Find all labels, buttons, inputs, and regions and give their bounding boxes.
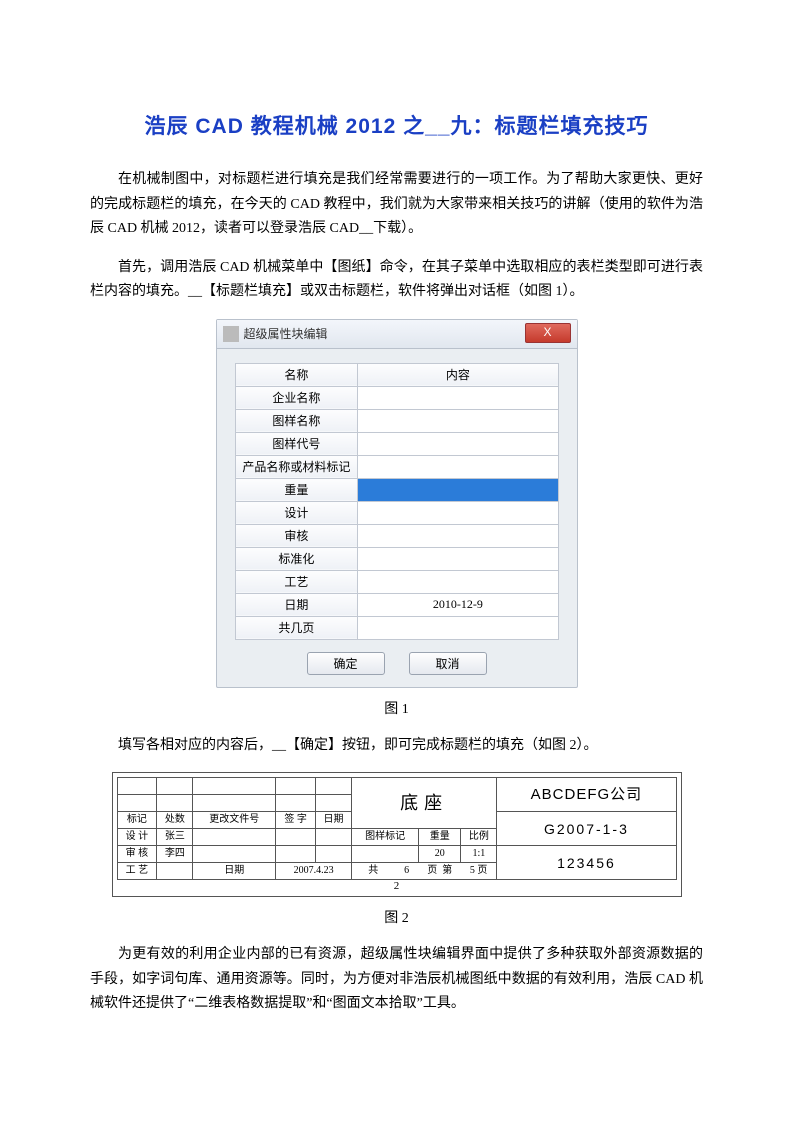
property-value[interactable] bbox=[358, 455, 558, 478]
lbl-riqi2: 日期 bbox=[193, 863, 276, 880]
property-label: 图样名称 bbox=[235, 409, 358, 432]
property-value[interactable] bbox=[358, 547, 558, 570]
val-lisi: 李四 bbox=[157, 846, 193, 863]
property-label: 产品名称或材料标记 bbox=[235, 455, 358, 478]
dialog-button-row: 确定 取消 bbox=[235, 652, 559, 675]
lbl-gong: 共 bbox=[351, 863, 394, 880]
page-number: 2 bbox=[117, 880, 677, 892]
val-date: 2007.4.23 bbox=[276, 863, 352, 880]
lbl-sheji: 设 计 bbox=[117, 829, 157, 846]
ok-button[interactable]: 确定 bbox=[307, 652, 385, 675]
property-label: 标准化 bbox=[235, 547, 358, 570]
property-label: 共几页 bbox=[235, 616, 358, 639]
lbl-chushu: 处数 bbox=[157, 812, 193, 829]
val-zhangsan: 张三 bbox=[157, 829, 193, 846]
property-value[interactable] bbox=[358, 524, 558, 547]
property-label: 企业名称 bbox=[235, 386, 358, 409]
figure-2-caption: 图 2 bbox=[90, 907, 703, 927]
paragraph-2: 首先，调用浩辰 CAD 机械菜单中【图纸】命令，在其子菜单中选取相应的表栏类型即… bbox=[90, 256, 703, 305]
property-row[interactable]: 产品名称或材料标记 bbox=[235, 455, 558, 478]
property-row[interactable]: 日期2010-12-9 bbox=[235, 593, 558, 616]
lbl-riqi: 日期 bbox=[316, 812, 352, 829]
val-weight: 20 bbox=[419, 846, 461, 863]
app-icon bbox=[223, 326, 239, 342]
property-row[interactable]: 审核 bbox=[235, 524, 558, 547]
cancel-button[interactable]: 取消 bbox=[409, 652, 487, 675]
property-row[interactable]: 工艺 bbox=[235, 570, 558, 593]
dialog-body: 名称 内容 企业名称图样名称图样代号产品名称或材料标记重量设计审核标准化工艺日期… bbox=[217, 349, 577, 687]
property-value[interactable] bbox=[358, 478, 558, 501]
article-title: 浩辰 CAD 教程机械 2012 之__九：标题栏填充技巧 bbox=[90, 110, 703, 140]
document-page: 浩辰 CAD 教程机械 2012 之__九：标题栏填充技巧 在机械制图中，对标题… bbox=[0, 0, 793, 1122]
property-label: 重量 bbox=[235, 478, 358, 501]
lbl-biaoji: 标记 bbox=[117, 812, 157, 829]
col-header-value: 内容 bbox=[358, 363, 558, 386]
property-label: 工艺 bbox=[235, 570, 358, 593]
property-value[interactable] bbox=[358, 570, 558, 593]
property-label: 图样代号 bbox=[235, 432, 358, 455]
property-value[interactable] bbox=[358, 501, 558, 524]
property-value[interactable]: 2010-12-9 bbox=[358, 593, 558, 616]
property-row[interactable]: 重量 bbox=[235, 478, 558, 501]
property-row[interactable]: 设计 bbox=[235, 501, 558, 524]
property-value[interactable] bbox=[358, 386, 558, 409]
close-button[interactable]: X bbox=[525, 323, 571, 343]
paragraph-3: 填写各相对应的内容后，__【确定】按钮，即可完成标题栏的填充（如图 2）。 bbox=[90, 734, 703, 759]
lbl-zl: 重量 bbox=[419, 829, 461, 846]
val-scale: 1:1 bbox=[461, 846, 497, 863]
property-editor-dialog: 超级属性块编辑 X 名称 内容 企业名称图样名称图样代号产品名称或材料标记重量设… bbox=[216, 319, 578, 688]
property-label: 日期 bbox=[235, 593, 358, 616]
part-name: 底座 bbox=[351, 778, 496, 829]
lbl-bili: 比例 bbox=[461, 829, 497, 846]
property-row[interactable]: 标准化 bbox=[235, 547, 558, 570]
property-row[interactable]: 图样代号 bbox=[235, 432, 558, 455]
val-five-ye: 5 页 bbox=[461, 863, 497, 880]
property-value[interactable] bbox=[358, 432, 558, 455]
paragraph-1: 在机械制图中，对标题栏进行填充是我们经常需要进行的一项工作。为了帮助大家更快、更… bbox=[90, 168, 703, 242]
number: 123456 bbox=[497, 846, 676, 880]
property-table: 名称 内容 企业名称图样名称图样代号产品名称或材料标记重量设计审核标准化工艺日期… bbox=[235, 363, 559, 640]
lbl-shenhe: 审 核 bbox=[117, 846, 157, 863]
titleblock-figure: 底座 ABCDEFG公司 标记 处数 更改文件号 签 字 日期 G2007-1-… bbox=[112, 772, 682, 897]
company-name: ABCDEFG公司 bbox=[497, 778, 676, 812]
titleblock-table: 底座 ABCDEFG公司 标记 处数 更改文件号 签 字 日期 G2007-1-… bbox=[117, 777, 677, 880]
property-label: 审核 bbox=[235, 524, 358, 547]
paragraph-4: 为更有效的利用企业内部的已有资源，超级属性块编辑界面中提供了多种获取外部资源数据… bbox=[90, 943, 703, 1017]
val-six: 6 bbox=[395, 863, 419, 880]
property-label: 设计 bbox=[235, 501, 358, 524]
property-row[interactable]: 图样名称 bbox=[235, 409, 558, 432]
dialog-titlebar[interactable]: 超级属性块编辑 X bbox=[217, 320, 577, 349]
dialog-title-text: 超级属性块编辑 bbox=[244, 325, 328, 342]
property-value[interactable] bbox=[358, 616, 558, 639]
lbl-tybz: 图样标记 bbox=[351, 829, 418, 846]
lbl-gwh: 更改文件号 bbox=[193, 812, 276, 829]
drawing-number: G2007-1-3 bbox=[497, 812, 676, 846]
property-value[interactable] bbox=[358, 409, 558, 432]
lbl-ye-di: 页 第 bbox=[419, 863, 461, 880]
lbl-qianzi: 签 字 bbox=[276, 812, 316, 829]
property-row[interactable]: 共几页 bbox=[235, 616, 558, 639]
figure-1-caption: 图 1 bbox=[90, 698, 703, 718]
col-header-name: 名称 bbox=[235, 363, 358, 386]
lbl-gongyi: 工 艺 bbox=[117, 863, 157, 880]
property-row[interactable]: 企业名称 bbox=[235, 386, 558, 409]
